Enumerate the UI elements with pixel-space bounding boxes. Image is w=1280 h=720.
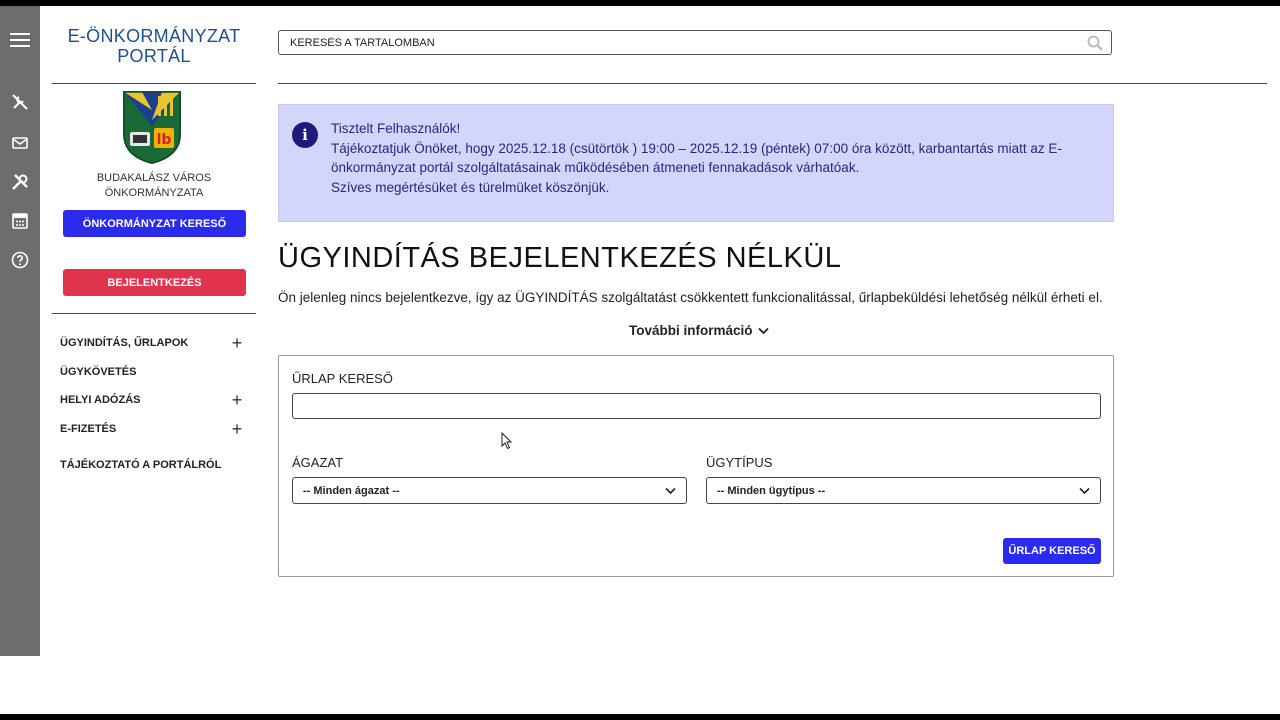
plus-icon[interactable]: + [230,419,244,440]
sidebar-item-local-tax[interactable]: HELYI ADÓZÁS + [60,390,250,411]
menu-icon[interactable] [8,28,32,52]
chevron-down-icon [665,487,676,494]
sidebar-item-e-payment[interactable]: E-FIZETÉS + [60,419,250,440]
case-type-select[interactable]: -- Minden ügytípus -- [706,477,1101,504]
help-icon[interactable] [8,248,32,272]
form-search-field [292,393,1104,420]
sidebar-item-label: TÁJÉKOZTATÓ A PORTÁLRÓL [60,459,222,471]
municipality-search-button[interactable]: ÖNKORMÁNYZAT KERESŐ [63,210,246,237]
bottom-frame-bar [0,714,1280,720]
sidebar-divider-2 [52,313,256,314]
calculator-icon[interactable] [8,209,32,233]
form-search-label: ŰRLAP KERESŐ [292,371,393,386]
login-button[interactable]: BEJELENTKEZÉS [63,269,246,296]
plus-icon[interactable]: + [230,333,244,354]
sidebar-item-label: ÜGYINDÍTÁS, ŰRLAPOK [60,337,189,349]
sector-select[interactable]: -- Minden ágazat -- [292,477,687,504]
portal-title-line1: E-ÖNKORMÁNYZAT [67,26,241,46]
form-search-card [278,355,1114,577]
content-search-bar [278,30,1112,55]
top-frame-bar [0,0,1280,6]
municipality-name: BUDAKALÁSZ VÁROS ÖNKORMÁNYZATA [52,171,256,201]
sector-selected-value: -- Minden ágazat -- [303,484,400,497]
sidebar-item-portal-info[interactable]: TÁJÉKOZTATÓ A PORTÁLRÓL [60,456,250,474]
page-title: ÜGYINDÍTÁS BEJELENTKEZÉS NÉLKÜL [278,242,842,274]
sidebar-item-label: ÜGYKÖVETÉS [60,366,137,378]
icon-rail [0,6,40,656]
chevron-down-icon [1079,487,1090,494]
content-search-input[interactable] [288,35,1087,50]
maintenance-notice: i Tisztelt Felhasználók! Tájékoztatjuk Ö… [278,104,1114,222]
portal-title[interactable]: E-ÖNKORMÁNYZAT PORTÁL [52,26,256,66]
form-search-button[interactable]: ŰRLAP KERESŐ [1003,538,1101,564]
form-search-input[interactable] [293,394,1104,420]
chevron-down-icon [757,327,769,334]
portal-title-line2: PORTÁL [117,46,191,66]
mouse-cursor-icon [501,431,513,455]
notice-greeting: Tisztelt Felhasználók! [331,121,461,136]
sidebar-divider [52,83,256,84]
login-status-text: Ön jelenleg nincs bejelentkezve, így az … [278,290,1103,305]
search-icon[interactable] [1087,35,1103,51]
svg-text:lb: lb [157,132,172,148]
sidebar-item-case-forms[interactable]: ÜGYINDÍTÁS, ŰRLAPOK + [60,333,250,354]
case-type-label: ÜGYTÍPUS [706,455,773,470]
sector-label: ÁGAZAT [292,455,344,470]
notice-line: Tájékoztatjuk Önöket, hogy 2025.12.18 (c… [331,140,1062,156]
municipality-name-line2: ÖNKORMÁNYZATA [104,187,204,199]
plus-icon[interactable]: + [230,390,244,411]
more-info-label: További információ [629,323,753,338]
notice-line: Szíves megértésüket és türelmüket köszön… [331,179,610,195]
mail-icon[interactable] [8,131,32,155]
coat-of-arms-logo: lb [122,90,182,165]
notice-text: Tisztelt Felhasználók! Tájékoztatjuk Önö… [331,119,1081,197]
info-icon: i [292,122,318,148]
sidebar-item-label: HELYI ADÓZÁS [60,394,141,406]
sidebar-item-case-tracking[interactable]: ÜGYKÖVETÉS [60,363,250,381]
header-divider [278,83,1267,84]
sidebar-item-label: E-FIZETÉS [60,423,117,435]
more-info-toggle[interactable]: További információ [629,323,769,338]
municipality-name-line1: BUDAKALÁSZ VÁROS [96,172,212,184]
notice-line: önkormányzat portál szolgáltatásainak mű… [331,160,860,175]
tools-off-icon[interactable] [8,90,32,114]
case-type-selected-value: -- Minden ügytípus -- [717,484,826,497]
tools-icon[interactable] [8,170,32,194]
